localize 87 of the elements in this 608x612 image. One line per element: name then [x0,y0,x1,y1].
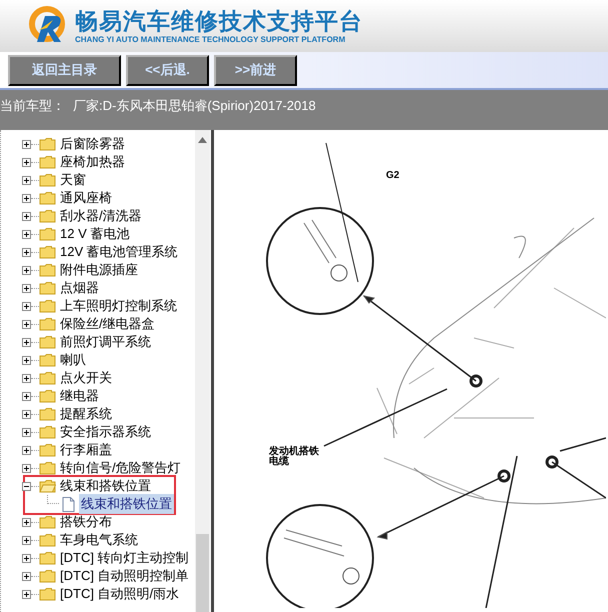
folder-icon [39,425,56,439]
expand-icon[interactable] [22,266,31,274]
folder-icon [39,569,56,583]
folder-icon [39,587,56,601]
expand-icon[interactable] [22,554,31,562]
tree-item[interactable]: 附件电源插座 [59,260,139,280]
tree-item[interactable]: 搭铁分布 [59,512,113,532]
expand-icon[interactable] [22,230,31,238]
folder-icon [39,371,56,385]
expand-icon[interactable] [22,590,31,598]
vehicle-label: 当前车型： [0,97,65,115]
expand-icon[interactable] [22,284,31,292]
tree-item[interactable]: 车身电气系统 [59,530,139,550]
expand-icon[interactable] [22,140,31,148]
expand-icon[interactable] [22,320,31,328]
scrollbar-thumb[interactable] [196,534,209,612]
tree-item[interactable]: 安全指示器系统 [59,422,152,442]
tree-item[interactable]: 12 V 蓄电池 [59,224,130,244]
folder-icon [39,227,56,241]
tree-item[interactable]: [DTC] 转向灯主动控制 [59,548,190,568]
expand-icon[interactable] [22,392,31,400]
expand-icon[interactable] [22,518,31,526]
expand-icon[interactable] [22,158,31,166]
folder-icon [39,533,56,547]
document-icon [62,496,75,512]
open-folder-icon [39,479,56,493]
vehicle-name: 厂家:D-东风本田思铂睿(Spirior)2017-2018 [73,97,316,115]
expand-icon[interactable] [22,464,31,472]
expand-icon[interactable] [22,212,31,220]
folder-icon [39,407,56,421]
folder-icon [39,299,56,313]
expand-icon[interactable] [22,410,31,418]
folder-icon [39,245,56,259]
tree-item[interactable]: 提醒系统 [59,404,113,424]
folder-icon [39,515,56,529]
tree-item[interactable]: 行李厢盖 [59,440,113,460]
expand-icon[interactable] [22,302,31,310]
tree-item[interactable]: 线束和搭铁位置 [59,476,152,496]
tree-item[interactable]: 喇叭 [59,350,87,370]
site-title: 畅易汽车维修技术支持平台 [75,7,363,35]
expand-icon[interactable] [22,248,31,256]
folder-icon [39,335,56,349]
tree-item[interactable]: 点烟器 [59,278,100,298]
expand-icon[interactable] [22,572,31,580]
folder-icon [39,155,56,169]
folder-icon [39,209,56,223]
tree-item[interactable]: 刮水器/清洗器 [59,206,143,226]
folder-icon [39,191,56,205]
tree-item[interactable]: 保险丝/继电器盒 [59,314,156,334]
collapse-icon[interactable] [22,482,31,490]
expand-icon[interactable] [22,536,31,544]
tree-leaf[interactable]: 线束和搭铁位置 [79,494,174,514]
tree-item[interactable]: 转向信号/危险警告灯 [59,458,182,478]
scroll-up-arrow-icon[interactable] [198,137,207,143]
tree-item[interactable]: 点火开关 [59,368,113,388]
tree-item[interactable]: 后窗除雾器 [59,134,126,154]
folder-icon [39,389,56,403]
expand-icon[interactable] [22,176,31,184]
folder-icon [39,263,56,277]
expand-icon[interactable] [22,446,31,454]
expand-icon[interactable] [22,356,31,364]
callout-label: G2 [386,169,400,183]
tree-item[interactable]: 继电器 [59,386,100,406]
expand-icon[interactable] [22,338,31,346]
tree-item[interactable]: 上车照明灯控制系统 [59,296,178,316]
tree-item[interactable]: 座椅加热器 [59,152,126,172]
callout-label: 发动机搭铁 [269,447,319,457]
tree-item[interactable]: [DTC] 自动照明/雨水 [59,584,180,604]
tree-item[interactable]: [DTC] 自动照明控制单 [59,566,190,586]
folder-icon [39,461,56,475]
expand-icon[interactable] [22,194,31,202]
tree-item[interactable]: 前照灯调平系统 [59,332,152,352]
folder-icon [39,443,56,457]
folder-icon [39,317,56,331]
folder-icon [39,281,56,295]
expand-icon[interactable] [22,374,31,382]
scrollbar[interactable] [195,130,210,612]
site-subtitle: CHANG YI AUTO MAINTENANCE TECHNOLOGY SUPPORT PLATFORM [75,35,346,45]
callout-label: 电缆 [269,457,289,467]
expand-icon[interactable] [22,428,31,436]
folder-icon [39,173,56,187]
folder-icon [39,551,56,565]
folder-icon [39,137,56,151]
tree-item[interactable]: 12V 蓄电池管理系统 [59,242,179,262]
folder-icon [39,353,56,367]
tree-item[interactable]: 通风座椅 [59,188,113,208]
tree-item[interactable]: 天窗 [59,170,87,190]
